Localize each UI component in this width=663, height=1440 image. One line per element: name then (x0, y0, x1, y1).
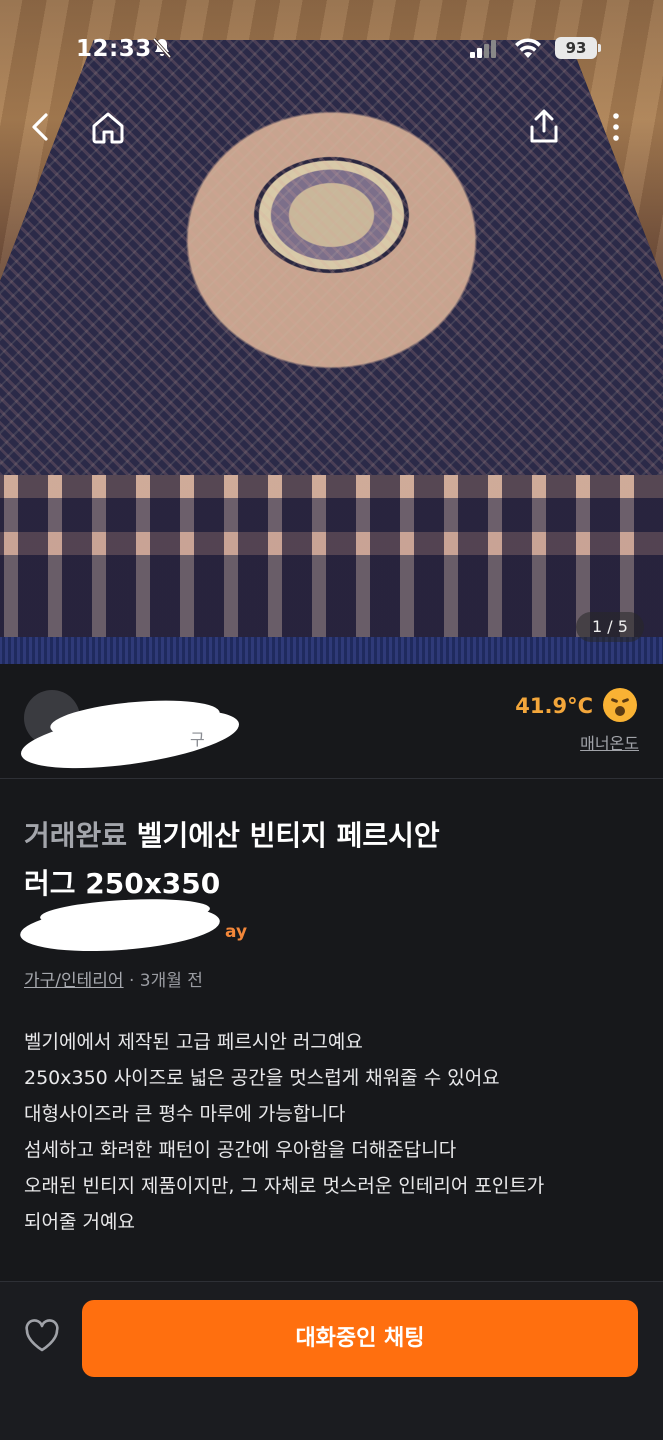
description-line: 되어줄 거예요 (24, 1211, 135, 1233)
home-icon (92, 112, 124, 144)
description-line: 대형사이즈라 큰 평수 마루에 가능합니다 (24, 1103, 346, 1125)
seller-location: 구 (190, 730, 205, 749)
bell-slash-icon (152, 38, 172, 58)
signal-icon (470, 40, 496, 58)
pay-label: ay (225, 922, 248, 942)
title-line-1: 벨기에산 빈티지 페르시안 (136, 819, 440, 852)
home-button[interactable] (86, 105, 130, 149)
manner-temperature-label[interactable]: 매너온도 (580, 730, 639, 754)
description-line: 섬세하고 화려한 패턴이 공간에 우아함을 더해준답니다 (24, 1139, 457, 1161)
listing-meta: 가구/인테리어 · 3개월 전 (24, 966, 203, 991)
more-icon (613, 113, 619, 141)
back-icon (32, 113, 48, 141)
more-button[interactable] (594, 105, 638, 149)
wifi-icon (515, 38, 541, 58)
description-line: 벨기에에서 제작된 고급 페르시안 러그예요 (24, 1031, 363, 1053)
posted-time: · 3개월 전 (128, 971, 203, 991)
status-bar: 12:33 93 (0, 26, 663, 72)
seller-name-redacted (17, 694, 243, 780)
pay-badge-redacted: ay (18, 895, 260, 957)
battery-indicator: 93 (555, 37, 597, 59)
product-photo[interactable]: 12:33 93 1 / 5 (0, 0, 663, 664)
battery-tip (598, 44, 601, 52)
chat-button[interactable]: 대화중인 채팅 (82, 1300, 638, 1377)
rug-fringe (0, 637, 663, 664)
photo-counter: 1 / 5 (576, 612, 644, 642)
status-badge: 거래완료 (24, 819, 128, 852)
description-line: 오래된 빈티지 제품이지만, 그 자체로 멋스러운 인테리어 포인트가 (24, 1175, 545, 1197)
listing-description: 벨기에에서 제작된 고급 페르시안 러그예요 250x350 사이즈로 넓은 공… (24, 1024, 644, 1240)
seller-row[interactable]: 구 41.9°C 매너온도 (0, 664, 663, 780)
listing-title: 거래완료 벨기에산 빈티지 페르시안 러그 250x350 (24, 812, 624, 908)
status-time: 12:33 (76, 36, 152, 62)
rug-border (0, 475, 663, 664)
description-line: 250x350 사이즈로 넓은 공간을 멋스럽게 채워줄 수 있어요 (24, 1067, 500, 1089)
share-icon (530, 109, 558, 143)
smile-emoji-icon (603, 688, 637, 722)
bottom-action-bar: 대화중인 채팅 (0, 1281, 663, 1440)
heart-icon[interactable] (22, 1316, 62, 1356)
share-button[interactable] (522, 105, 566, 149)
category-link[interactable]: 가구/인테리어 (24, 971, 124, 991)
manner-temperature: 41.9°C (515, 694, 593, 718)
back-button[interactable] (18, 105, 62, 149)
